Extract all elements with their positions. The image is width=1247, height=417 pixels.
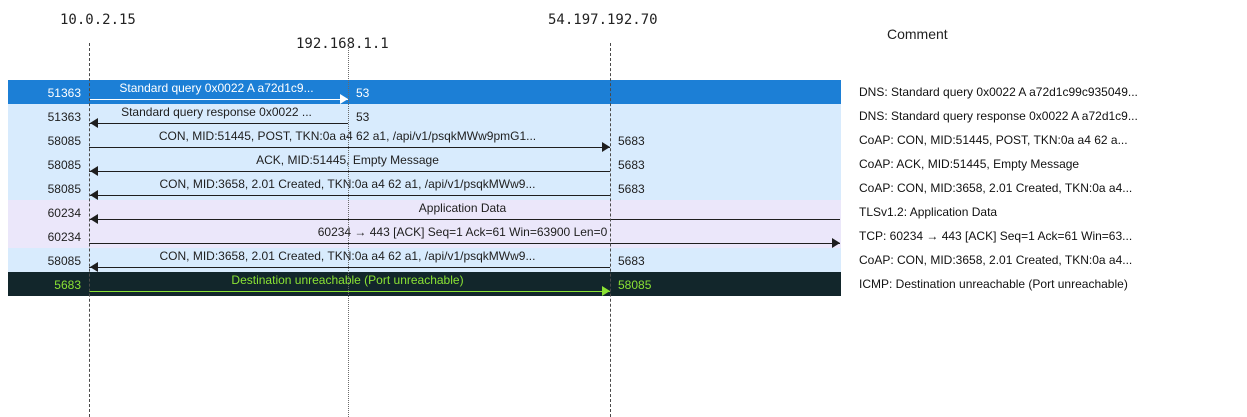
arrow-right-icon: [340, 94, 348, 104]
arrow-line: [89, 147, 610, 148]
arrow-line: [89, 243, 840, 244]
flow-row[interactable]: 58085 5683 CON, MID:3658, 2.01 Created, TK…: [8, 248, 841, 272]
host-lifeline-3: [610, 43, 611, 417]
host-lifeline-1: [89, 43, 90, 417]
arrow-line: [89, 99, 348, 100]
arrow-line: [89, 291, 610, 292]
source-port: 51363: [47, 86, 81, 100]
arrow-right-icon: [832, 238, 840, 248]
source-port: 58085: [47, 182, 81, 196]
flow-row[interactable]: 5683 58085 Destination unreachable (Port u…: [8, 272, 841, 296]
row-comment[interactable]: CoAP: ACK, MID:51445, Empty Message: [859, 157, 1239, 171]
row-comment[interactable]: TLSv1.2: Application Data: [859, 205, 1239, 219]
arrow-left-icon: [90, 214, 98, 224]
flow-row[interactable]: 60234 60234 → 443 [ACK] Seq=1 Ack=61 Win=…: [8, 224, 841, 248]
message-label: Standard query response 0x0022 ...: [121, 105, 312, 119]
row-comment[interactable]: DNS: Standard query 0x0022 A a72d1c99c93…: [859, 85, 1239, 99]
arrow-right-icon: [602, 286, 610, 296]
source-port: 60234: [47, 206, 81, 220]
destination-port: 5683: [618, 158, 645, 172]
destination-port: 5683: [618, 182, 645, 196]
arrow-line: [89, 123, 348, 124]
row-comment[interactable]: ICMP: Destination unreachable (Port unre…: [859, 277, 1239, 291]
flow-rows: 51363 53 Standard query 0x0022 A a72d1c9..…: [0, 0, 1247, 417]
row-comment[interactable]: CoAP: CON, MID:3658, 2.01 Created, TKN:0…: [859, 253, 1239, 267]
arrow-left-icon: [90, 190, 98, 200]
row-comment[interactable]: CoAP: CON, MID:51445, POST, TKN:0a a4 62…: [859, 133, 1239, 147]
message-label: 60234 → 443 [ACK] Seq=1 Ack=61 Win=63900…: [317, 225, 608, 239]
row-comment[interactable]: DNS: Standard query response 0x0022 A a7…: [859, 109, 1239, 123]
source-port: 58085: [47, 254, 81, 268]
message-label: Application Data: [418, 201, 507, 215]
host-lifeline-2: [348, 43, 349, 417]
flow-row[interactable]: 60234 Application Data: [8, 200, 841, 224]
destination-port: 53: [356, 86, 370, 100]
message-label: Standard query 0x0022 A a72d1c9...: [119, 81, 314, 95]
arrow-line: [89, 219, 840, 220]
flow-row[interactable]: 58085 5683 CON, MID:51445, POST, TKN:0a a4…: [8, 128, 841, 152]
arrow-left-icon: [90, 262, 98, 272]
arrow-left-icon: [90, 118, 98, 128]
destination-port: 5683: [618, 134, 645, 148]
source-port: 58085: [47, 134, 81, 148]
source-port: 5683: [54, 278, 81, 292]
flow-row[interactable]: 58085 5683 CON, MID:3658, 2.01 Created, TK…: [8, 176, 841, 200]
source-port: 51363: [47, 110, 81, 124]
arrow-line: [89, 195, 610, 196]
arrow-line: [89, 171, 610, 172]
destination-port: 58085: [618, 278, 652, 292]
arrow-left-icon: [90, 166, 98, 176]
flow-row[interactable]: 58085 5683 ACK, MID:51445, Empty Message: [8, 152, 841, 176]
flow-row[interactable]: 51363 53 Standard query 0x0022 A a72d1c9..…: [8, 80, 841, 104]
source-port: 60234: [47, 230, 81, 244]
source-port: 58085: [47, 158, 81, 172]
flow-row[interactable]: 51363 53 Standard query response 0x0022 ..…: [8, 104, 841, 128]
destination-port: 5683: [618, 254, 645, 268]
row-comment[interactable]: CoAP: CON, MID:3658, 2.01 Created, TKN:0…: [859, 181, 1239, 195]
destination-port: 53: [356, 110, 370, 124]
arrow-right-icon: [602, 142, 610, 152]
arrow-line: [89, 267, 610, 268]
row-comment[interactable]: TCP: 60234 → 443 [ACK] Seq=1 Ack=61 Win=…: [859, 229, 1239, 243]
